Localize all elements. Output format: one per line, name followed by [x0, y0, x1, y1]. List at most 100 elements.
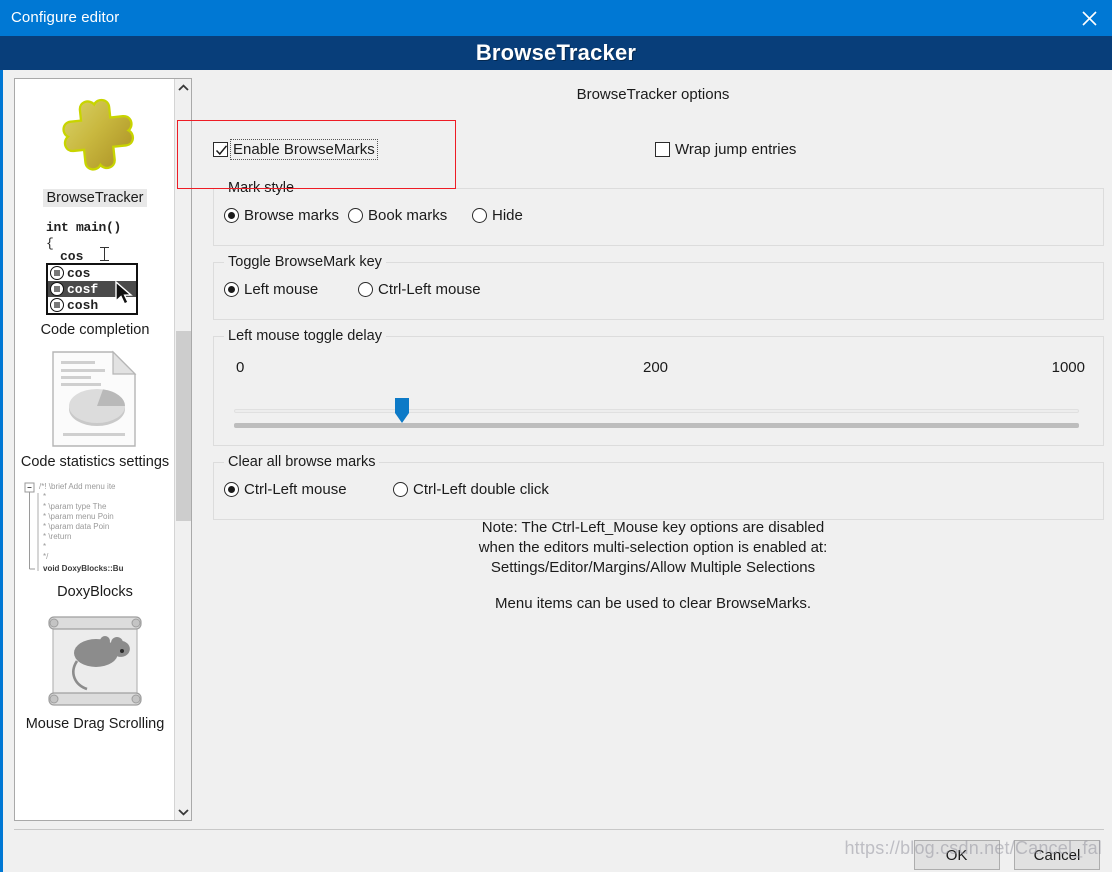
method-bullet-icon — [50, 266, 64, 280]
slider-track-secondary[interactable] — [234, 423, 1079, 428]
slider-tick-max: 1000 — [1051, 359, 1085, 376]
note-line-3: Settings/Editor/Margins/Allow Multiple S… — [490, 559, 816, 576]
scroll-up-button[interactable] — [175, 79, 191, 97]
radio-label: Browse marks — [244, 207, 340, 224]
doxy-line: /*! \brief Add menu ite — [39, 482, 116, 491]
note-line-4: Menu items can be used to clear BrowseMa… — [495, 595, 811, 612]
sidebar-item-label: BrowseTracker — [42, 189, 148, 207]
cc-item-label: cos — [67, 265, 91, 281]
cancel-button[interactable]: Cancel — [1014, 840, 1100, 870]
radio-dot-icon — [393, 482, 408, 497]
group-mark-style: Mark style Browse marks Book marks Hide — [213, 180, 1104, 246]
settings-category-list[interactable]: BrowseTracker int main() { cos cos cosf … — [14, 78, 192, 821]
checkbox-wrap-jump-entries[interactable]: Wrap jump entries — [655, 140, 798, 159]
group-content: Browse marks Book marks Hide — [214, 189, 1103, 259]
slider-scale: 0 200 1000 — [214, 359, 1103, 379]
slider-thumb[interactable] — [393, 397, 411, 425]
doxy-line: * \param type The — [43, 502, 107, 511]
cc-line-3: cos — [60, 249, 84, 264]
chevron-down-icon — [178, 803, 189, 821]
doxy-line: void DoxyBlocks::Bu — [43, 564, 124, 573]
doxygen-comment-icon: /*! \brief Add menu ite * * \param type … — [17, 481, 173, 579]
mouse-scroll-icon — [41, 611, 149, 711]
code-completion-icon: int main() { cos cos cosf cosh — [40, 217, 150, 317]
note-line-2: when the editors multi-selection option … — [478, 539, 828, 556]
radio-clear-ctrl-left-double-click[interactable]: Ctrl-Left double click — [393, 481, 549, 498]
cc-list-item: cos — [48, 265, 136, 281]
slider-tick-min: 0 — [236, 359, 245, 376]
footer-separator — [14, 829, 1104, 830]
check-icon — [215, 145, 228, 156]
doxy-line: * \param menu Poin — [43, 512, 114, 521]
radio-left-mouse[interactable]: Left mouse — [224, 281, 318, 298]
group-content: 0 200 1000 — [214, 337, 1103, 459]
sidebar-item-code-statistics-settings[interactable]: Code statistics settings — [15, 343, 175, 475]
radio-book-marks[interactable]: Book marks — [348, 207, 447, 224]
close-button[interactable] — [1066, 0, 1112, 36]
checkbox-label: Enable BrowseMarks — [230, 139, 378, 160]
radio-label: Ctrl-Left mouse — [378, 281, 481, 298]
radio-label: Ctrl-Left mouse — [244, 481, 347, 498]
window-title: Configure editor — [11, 9, 120, 26]
mouse-cursor-icon — [114, 280, 136, 311]
cc-item-label: cosh — [67, 297, 99, 313]
sidebar-item-browsetracker[interactable]: BrowseTracker — [15, 79, 175, 211]
radio-browse-marks[interactable]: Browse marks — [224, 207, 339, 224]
radio-label: Ctrl-Left double click — [413, 481, 549, 498]
doxy-line: * \return — [43, 532, 72, 541]
radio-dot-icon — [224, 282, 239, 297]
sidebar-item-code-completion[interactable]: int main() { cos cos cosf cosh Code comp… — [15, 211, 175, 343]
page-title: BrowseTracker options — [576, 86, 730, 103]
slider-track[interactable] — [234, 409, 1079, 413]
close-icon — [1081, 10, 1098, 27]
note-line-1: Note: The Ctrl-Left_Mouse key options ar… — [481, 519, 825, 536]
checkbox-box — [213, 142, 228, 157]
text-caret-icon — [100, 247, 109, 261]
cc-item-label: cosf — [67, 281, 99, 297]
plugin-title: BrowseTracker — [475, 40, 637, 65]
chevron-up-icon — [178, 79, 189, 97]
note-spacer — [202, 578, 1104, 594]
method-bullet-icon — [50, 298, 64, 312]
title-bar: Configure editor — [0, 0, 1112, 36]
radio-dot-icon — [472, 208, 487, 223]
sidebar-item-mouse-drag-scrolling[interactable]: Mouse Drag Scrolling — [15, 605, 175, 737]
dialog-body: BrowseTracker int main() { cos cos cosf … — [0, 70, 1112, 872]
group-left-mouse-toggle-delay: Left mouse toggle delay 0 200 1000 — [213, 328, 1104, 446]
cc-line-1: int main() — [46, 220, 122, 235]
scrollbar-thumb[interactable] — [176, 331, 191, 521]
slider-tick-mid: 200 — [643, 359, 669, 376]
sidebar-item-label: Code statistics settings — [20, 454, 170, 470]
group-content: Left mouse Ctrl-Left mouse — [214, 263, 1103, 333]
radio-hide[interactable]: Hide — [472, 207, 523, 224]
checkbox-label: Wrap jump entries — [675, 141, 797, 158]
scroll-down-button[interactable] — [175, 803, 191, 821]
radio-label: Hide — [492, 207, 523, 224]
checkbox-enable-browsemarks[interactable]: Enable BrowseMarks — [213, 139, 378, 160]
document-pie-chart-icon — [49, 349, 141, 449]
cc-line-2: { — [46, 236, 54, 251]
checkbox-box — [655, 142, 670, 157]
settings-category-scrollarea: BrowseTracker int main() { cos cos cosf … — [15, 79, 175, 820]
options-pane: BrowseTracker options Enable BrowseMarks… — [202, 78, 1104, 821]
radio-dot-icon — [358, 282, 373, 297]
group-toggle-browsemark-key: Toggle BrowseMark key Left mouse Ctrl-Le… — [213, 254, 1104, 320]
puzzle-piece-icon — [45, 85, 145, 185]
doxy-line: * — [43, 492, 47, 501]
delay-slider[interactable] — [234, 397, 1079, 431]
radio-label: Left mouse — [244, 281, 319, 298]
sidebar-item-label: DoxyBlocks — [57, 584, 133, 600]
sidebar-item-label: Mouse Drag Scrolling — [25, 716, 165, 732]
sidebar-scrollbar[interactable] — [174, 79, 191, 820]
configure-editor-dialog: Configure editor BrowseTracker BrowseTra… — [0, 0, 1112, 872]
doxy-line: * \param data Poin — [43, 522, 110, 531]
ok-button[interactable]: OK — [913, 840, 1000, 870]
radio-clear-ctrl-left-mouse[interactable]: Ctrl-Left mouse — [224, 481, 347, 498]
radio-ctrl-left-mouse[interactable]: Ctrl-Left mouse — [358, 281, 481, 298]
note-text: Note: The Ctrl-Left_Mouse key options ar… — [202, 518, 1104, 614]
top-checkbox-row: Enable BrowseMarks Wrap jump entries — [202, 139, 1104, 174]
radio-label: Book marks — [368, 207, 448, 224]
sidebar-item-doxyblocks[interactable]: /*! \brief Add menu ite * * \param type … — [15, 475, 175, 605]
doxy-line: * — [43, 542, 47, 551]
group-clear-all-browse-marks: Clear all browse marks Ctrl-Left mouse C… — [213, 454, 1104, 520]
